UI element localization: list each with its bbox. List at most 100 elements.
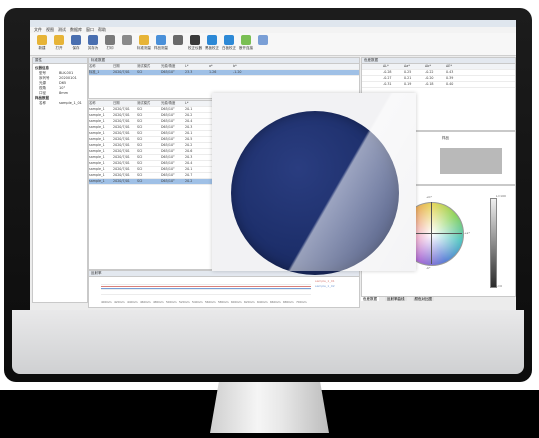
toolbar-button[interactable]: 另存为 <box>85 35 101 54</box>
table-cell: sample_1 <box>89 137 105 141</box>
x-tick-label: 700nm <box>296 300 307 304</box>
menu-item[interactable]: 文件 <box>34 27 42 32</box>
column-header[interactable]: 名称 <box>89 64 113 69</box>
table-cell: 2020/7/01 <box>113 167 130 171</box>
column-header[interactable]: 日期 <box>113 64 137 69</box>
toolbar-button[interactable]: 断开连接 <box>238 35 254 54</box>
table-cell: D65/10° <box>161 155 175 159</box>
toolbar: 新建 打开 保存 另存为 打印 标准测量 样品测量 校正仪器 黑板校正 白板校正 断开连接 <box>30 33 516 56</box>
bottom-tab[interactable]: 颜色对比图 <box>412 297 434 301</box>
reflectance-legend: sample_1_01 sample_1_02 <box>315 279 357 289</box>
toolbar-button[interactable]: 标准测量 <box>136 35 152 54</box>
bottom-tab[interactable]: 反射率曲线 <box>385 297 407 301</box>
column-header[interactable]: ΔE* <box>446 64 467 69</box>
whiteboard-icon <box>224 35 234 45</box>
properties-header: 属性 <box>33 58 87 64</box>
column-header[interactable]: 光源/角度 <box>161 101 185 106</box>
save-icon <box>71 35 81 45</box>
table-row[interactable]: -0.31 0.19 -0.18 0.40 <box>362 82 515 88</box>
toolbar-button[interactable]: 白板校正 <box>221 35 237 54</box>
reflectance-curve-2 <box>101 288 311 289</box>
table-cell: 2020/7/01 <box>113 107 130 111</box>
menu-item[interactable]: 视图 <box>46 27 54 32</box>
table-cell: 20.3 <box>185 155 193 159</box>
table-cell: 2020/7/01 <box>113 131 130 135</box>
toolbar-button-label: 打印 <box>106 46 114 50</box>
column-header[interactable]: 名称 <box>89 101 113 106</box>
toolbar-button[interactable] <box>119 35 135 54</box>
toolbar-button[interactable] <box>170 35 186 54</box>
table-cell: 2020/7/01 <box>113 137 130 141</box>
toolbar-button-label: 标准测量 <box>137 46 151 50</box>
property-value: D65 <box>59 81 67 85</box>
table-cell: 20.4 <box>185 119 193 123</box>
column-header[interactable]: Δa* <box>404 64 425 69</box>
sample-icon <box>156 35 166 45</box>
table-cell: SCI <box>137 167 143 171</box>
properties-panel: 属性 仪器信息 型号 BLK-001 序列号 20200101 光源 D65 视角 10° 口径… <box>32 57 88 303</box>
toolbar-button[interactable]: 保存 <box>68 35 84 54</box>
x-tick-label: 660nm <box>270 300 281 304</box>
bottom-tab-bar: 色差数据 反射率曲线 颜色对比图 <box>361 296 514 303</box>
property-value: 10° <box>59 86 66 90</box>
table-cell: SCI <box>137 70 143 74</box>
column-header[interactable]: L* <box>185 101 209 106</box>
table-cell: SCI <box>137 131 143 135</box>
table-cell: 20.3 <box>185 125 193 129</box>
column-header[interactable]: Δb* <box>425 64 446 69</box>
menu-item[interactable]: 测试 <box>58 27 66 32</box>
table-cell: 20.1 <box>185 131 193 135</box>
monitor-stand <box>210 378 329 433</box>
toolbar-button[interactable]: 样品测量 <box>153 35 169 54</box>
menu-item[interactable]: 窗口 <box>86 27 94 32</box>
table-cell: SCI <box>137 143 143 147</box>
toolbar-button-label: 样品测量 <box>154 46 168 50</box>
table-cell: sample_1 <box>89 119 105 123</box>
table-cell: SCI <box>137 149 143 153</box>
column-header[interactable]: b* <box>233 64 257 69</box>
lightness-bar <box>490 198 497 288</box>
chart-icon <box>258 35 268 45</box>
column-header[interactable]: 日期 <box>113 101 137 106</box>
table-cell: 2020/7/01 <box>113 119 130 123</box>
table-cell: sample_1 <box>89 131 105 135</box>
toolbar-button[interactable]: 打开 <box>51 35 67 54</box>
toolbar-button-label: 断开连接 <box>239 46 253 50</box>
table-cell: SCI <box>137 173 143 177</box>
column-header[interactable]: ΔL* <box>383 64 404 69</box>
bottom-tab[interactable]: 色差数据 <box>361 297 379 301</box>
print-icon <box>105 35 115 45</box>
x-tick-label: 460nm <box>140 300 151 304</box>
toolbar-button[interactable]: 校正仪器 <box>187 35 203 54</box>
table-cell: D65/10° <box>161 119 175 123</box>
toolbar-button-label: 新建 <box>38 46 46 50</box>
column-header[interactable]: a* <box>209 64 233 69</box>
toolbar-button[interactable] <box>255 35 271 54</box>
table-cell: 2020/7/01 <box>113 179 130 183</box>
property-row[interactable]: 名称 sample_1_01 <box>33 101 87 106</box>
table-row[interactable]: 标准_1 2020/7/01 SCI D65/10° 23.3 1.26 -1.20 <box>89 70 359 76</box>
property-value: BLK-001 <box>59 71 74 75</box>
toolbar-button[interactable]: 黑板校正 <box>204 35 220 54</box>
column-header[interactable]: 测试模式 <box>137 101 161 106</box>
table-cell: sample_1 <box>89 179 105 183</box>
column-header[interactable]: L* <box>185 64 209 69</box>
save-as-icon <box>88 35 98 45</box>
menu-item[interactable]: 帮助 <box>98 27 106 32</box>
table-cell: SCI <box>137 113 143 117</box>
table-cell: 20.2 <box>185 143 193 147</box>
table-row[interactable]: sample_1 2020/7/01 SCI D65/10° 20.2 <box>89 179 213 185</box>
table-cell: D65/10° <box>161 143 175 147</box>
window-titlebar <box>30 20 516 27</box>
menu-item[interactable]: 数据库 <box>70 27 82 32</box>
table-cell: -0.20 <box>425 76 434 80</box>
toolbar-button[interactable]: 打印 <box>102 35 118 54</box>
column-header[interactable]: 测试模式 <box>137 64 161 69</box>
instrument-icon <box>173 35 183 45</box>
disconnect-icon <box>241 35 251 45</box>
toolbar-button-label: 校正仪器 <box>188 46 202 50</box>
table-cell: sample_1 <box>89 155 105 159</box>
column-header[interactable]: 光源/角度 <box>161 64 185 69</box>
legend-entry: sample_1_02 <box>315 284 335 288</box>
toolbar-button[interactable]: 新建 <box>34 35 50 54</box>
